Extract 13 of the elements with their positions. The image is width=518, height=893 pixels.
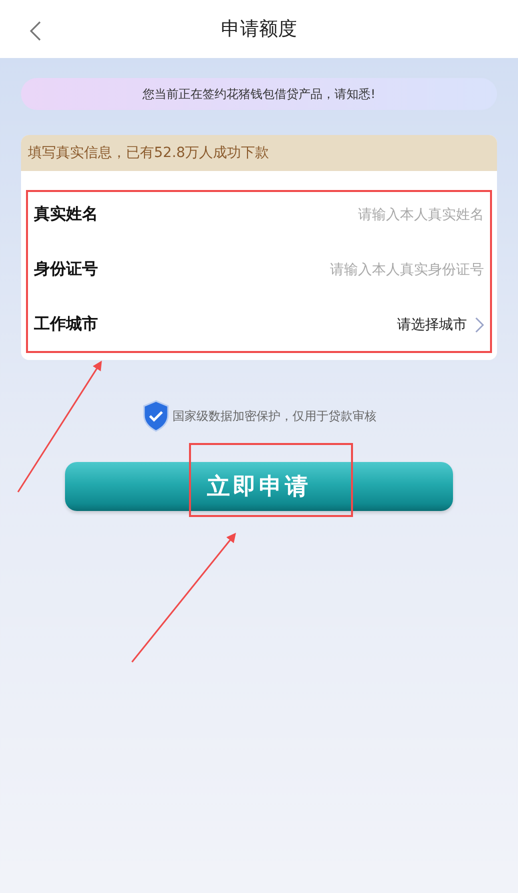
city-select[interactable]: 请选择城市	[397, 316, 484, 334]
security-note: 国家级数据加密保护，仅用于贷款审核	[172, 408, 376, 424]
chevron-icon	[475, 316, 484, 332]
shield-icon	[142, 400, 170, 432]
back-icon[interactable]	[28, 20, 42, 42]
notice-banner: 您当前正在签约花猪钱包借贷产品，请知悉!	[21, 78, 497, 110]
input-field[interactable]: 请输入本人真实姓名	[244, 206, 484, 222]
page-title: 申请额度	[221, 17, 297, 42]
field-label: 工作城市	[34, 314, 98, 335]
input-field[interactable]: 请输入本人真实身份证号	[244, 262, 484, 278]
info-banner: 填写真实信息，已有52.8万人成功下款	[21, 135, 497, 171]
field-label: 身份证号	[34, 259, 98, 280]
field-label: 真实姓名	[34, 204, 98, 225]
